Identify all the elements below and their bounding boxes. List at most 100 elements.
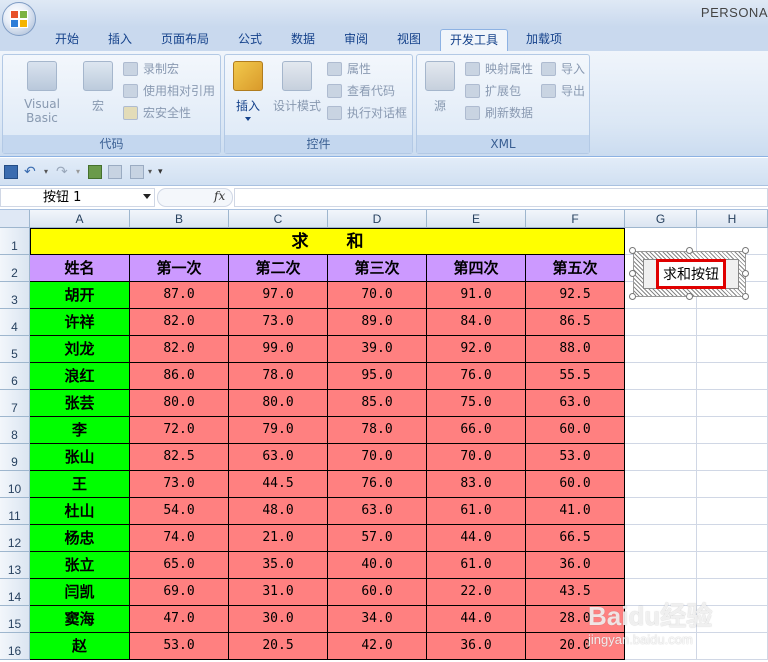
score-cell[interactable]: 35.0 bbox=[229, 552, 328, 579]
column-header-d[interactable]: D bbox=[328, 210, 427, 228]
save-icon[interactable] bbox=[4, 165, 18, 179]
refresh-data-button[interactable]: 刷新数据 bbox=[465, 104, 533, 122]
score-cell[interactable]: 65.0 bbox=[130, 552, 229, 579]
row-header-11[interactable]: 11 bbox=[0, 498, 30, 525]
row-header-9[interactable]: 9 bbox=[0, 444, 30, 471]
insert-control-button[interactable]: 插入 bbox=[231, 61, 265, 121]
name-box[interactable]: 按钮 1 bbox=[0, 188, 155, 207]
score-cell[interactable]: 73.0 bbox=[130, 471, 229, 498]
name-cell[interactable]: 窦海 bbox=[30, 606, 130, 633]
score-cell[interactable]: 60.0 bbox=[526, 471, 625, 498]
score-cell[interactable]: 41.0 bbox=[526, 498, 625, 525]
score-cell[interactable]: 63.0 bbox=[328, 498, 427, 525]
row-header-6[interactable]: 6 bbox=[0, 363, 30, 390]
macro-security-button[interactable]: 宏安全性 bbox=[123, 104, 191, 122]
export-button[interactable]: 导出 bbox=[541, 82, 585, 100]
name-cell[interactable]: 张山 bbox=[30, 444, 130, 471]
score-cell[interactable]: 40.0 bbox=[328, 552, 427, 579]
empty-cell[interactable] bbox=[625, 336, 697, 363]
score-cell[interactable]: 55.5 bbox=[526, 363, 625, 390]
row-header-14[interactable]: 14 bbox=[0, 579, 30, 606]
score-cell[interactable]: 78.0 bbox=[229, 363, 328, 390]
view-code-button[interactable]: 查看代码 bbox=[327, 82, 395, 100]
score-cell[interactable]: 69.0 bbox=[130, 579, 229, 606]
empty-cell[interactable] bbox=[697, 390, 768, 417]
score-cell[interactable]: 83.0 bbox=[427, 471, 526, 498]
resize-handle[interactable] bbox=[686, 293, 693, 300]
name-cell[interactable]: 闫凯 bbox=[30, 579, 130, 606]
empty-cell[interactable] bbox=[697, 471, 768, 498]
row-header-10[interactable]: 10 bbox=[0, 471, 30, 498]
score-cell[interactable]: 97.0 bbox=[229, 282, 328, 309]
empty-cell[interactable] bbox=[697, 417, 768, 444]
row-header-12[interactable]: 12 bbox=[0, 525, 30, 552]
score-cell[interactable]: 66.5 bbox=[526, 525, 625, 552]
score-cell[interactable]: 54.0 bbox=[130, 498, 229, 525]
score-cell[interactable]: 82.0 bbox=[130, 309, 229, 336]
xml-source-button[interactable]: 源 bbox=[423, 61, 457, 114]
column-header-e[interactable]: E bbox=[427, 210, 526, 228]
empty-cell[interactable] bbox=[625, 552, 697, 579]
empty-cell[interactable] bbox=[697, 336, 768, 363]
column-header-h[interactable]: H bbox=[697, 210, 768, 228]
column-header-b[interactable]: B bbox=[130, 210, 229, 228]
empty-cell[interactable] bbox=[697, 363, 768, 390]
function-icon[interactable]: fx bbox=[214, 189, 225, 203]
tab-developer[interactable]: 开发工具 bbox=[440, 29, 509, 51]
empty-cell[interactable] bbox=[625, 525, 697, 552]
sum-button[interactable]: 求和按钮 bbox=[643, 259, 739, 289]
row-header-15[interactable]: 15 bbox=[0, 606, 30, 633]
expansion-packs-button[interactable]: 扩展包 bbox=[465, 82, 521, 100]
name-cell[interactable]: 张立 bbox=[30, 552, 130, 579]
formula-input[interactable] bbox=[234, 188, 768, 207]
score-cell[interactable]: 57.0 bbox=[328, 525, 427, 552]
column-header-c[interactable]: C bbox=[229, 210, 328, 228]
row-header-13[interactable]: 13 bbox=[0, 552, 30, 579]
score-cell[interactable]: 21.0 bbox=[229, 525, 328, 552]
tab-formulas[interactable]: 公式 bbox=[229, 29, 271, 51]
resize-handle[interactable] bbox=[742, 270, 749, 277]
score-cell[interactable]: 70.0 bbox=[328, 282, 427, 309]
score-cell[interactable]: 70.0 bbox=[328, 444, 427, 471]
empty-cell[interactable] bbox=[697, 552, 768, 579]
empty-cell[interactable] bbox=[697, 525, 768, 552]
score-cell[interactable]: 74.0 bbox=[130, 525, 229, 552]
score-cell[interactable]: 60.0 bbox=[328, 579, 427, 606]
macros-button[interactable]: 宏 bbox=[83, 61, 113, 114]
score-cell[interactable]: 79.0 bbox=[229, 417, 328, 444]
properties-button[interactable]: 属性 bbox=[327, 60, 371, 78]
score-cell[interactable]: 60.0 bbox=[526, 417, 625, 444]
score-cell[interactable]: 89.0 bbox=[328, 309, 427, 336]
row-header-4[interactable]: 4 bbox=[0, 309, 30, 336]
score-cell[interactable]: 82.5 bbox=[130, 444, 229, 471]
office-button[interactable] bbox=[2, 2, 36, 36]
empty-cell[interactable] bbox=[625, 444, 697, 471]
header-cell[interactable]: 第四次 bbox=[427, 255, 526, 282]
score-cell[interactable]: 82.0 bbox=[130, 336, 229, 363]
score-cell[interactable]: 31.0 bbox=[229, 579, 328, 606]
score-cell[interactable]: 61.0 bbox=[427, 498, 526, 525]
score-cell[interactable]: 85.0 bbox=[328, 390, 427, 417]
use-relative-references-button[interactable]: 使用相对引用 bbox=[123, 82, 215, 100]
header-cell[interactable]: 姓名 bbox=[30, 255, 130, 282]
score-cell[interactable]: 75.0 bbox=[427, 390, 526, 417]
column-header-a[interactable]: A bbox=[30, 210, 130, 228]
score-cell[interactable]: 76.0 bbox=[427, 363, 526, 390]
resize-handle[interactable] bbox=[629, 270, 636, 277]
resize-handle[interactable] bbox=[742, 293, 749, 300]
import-button[interactable]: 导入 bbox=[541, 60, 585, 78]
column-header-g[interactable]: G bbox=[625, 210, 697, 228]
undo-icon[interactable]: ↶ bbox=[24, 165, 38, 179]
resize-handle[interactable] bbox=[629, 247, 636, 254]
camera-icon[interactable] bbox=[130, 165, 144, 179]
empty-cell[interactable] bbox=[625, 390, 697, 417]
name-cell[interactable]: 浪红 bbox=[30, 363, 130, 390]
name-cell[interactable]: 杨忠 bbox=[30, 525, 130, 552]
score-cell[interactable]: 66.0 bbox=[427, 417, 526, 444]
score-cell[interactable]: 73.0 bbox=[229, 309, 328, 336]
empty-cell[interactable] bbox=[697, 498, 768, 525]
print-preview-icon[interactable] bbox=[108, 165, 122, 179]
row-header-8[interactable]: 8 bbox=[0, 417, 30, 444]
tab-insert[interactable]: 插入 bbox=[99, 29, 141, 51]
score-cell[interactable]: 63.0 bbox=[526, 390, 625, 417]
